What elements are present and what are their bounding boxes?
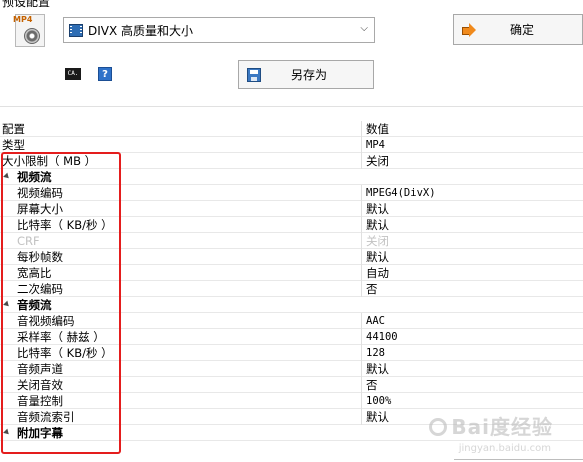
- grid-header-value: 数值: [366, 122, 389, 136]
- grid-group-row[interactable]: 视频流: [0, 169, 583, 185]
- grid-row[interactable]: 屏幕大小 默认: [0, 201, 583, 217]
- watermark-text: Bai度经验: [451, 415, 553, 439]
- grid-row-value[interactable]: 默认: [366, 409, 389, 425]
- grid-row[interactable]: 采样率（ 赫兹 ） 44100: [0, 329, 583, 345]
- grid-row-value[interactable]: 自动: [366, 265, 389, 281]
- expand-triangle-icon[interactable]: [3, 428, 11, 437]
- grid-row[interactable]: 视频编码 MPEG4(DivX): [0, 185, 583, 201]
- expand-triangle-icon[interactable]: [3, 172, 11, 181]
- grid-row-value[interactable]: 默认: [366, 249, 389, 265]
- watermark-subtext: jingyan.baidu.com: [458, 443, 551, 454]
- grid-row[interactable]: 比特率（ KB/秒 ） 默认: [0, 217, 583, 233]
- grid-header-name: 配置: [2, 122, 25, 136]
- grid-row[interactable]: 关闭音效 否: [0, 377, 583, 393]
- grid-row-value[interactable]: 100%: [366, 393, 391, 409]
- watermark: Bai度经验: [429, 411, 553, 440]
- save-disk-icon: [247, 67, 261, 82]
- grid-row-name: 比特率（ KB/秒 ）: [17, 218, 113, 232]
- grid-row[interactable]: 音频声道 默认: [0, 361, 583, 377]
- grid-row-value[interactable]: 默认: [366, 217, 389, 233]
- bottom-edge-line: [454, 459, 583, 460]
- help-icon[interactable]: ?: [98, 67, 112, 81]
- grid-row-name: 屏幕大小: [17, 202, 63, 216]
- expand-triangle-icon[interactable]: [3, 300, 11, 309]
- grid-row[interactable]: 音量控制 100%: [0, 393, 583, 409]
- grid-row-value[interactable]: 128: [366, 345, 385, 361]
- grid-group-label: 视频流: [17, 170, 52, 184]
- grid-row-value[interactable]: 否: [366, 377, 378, 393]
- grid-row[interactable]: 比特率（ KB/秒 ） 128: [0, 345, 583, 361]
- grid-row-value[interactable]: AAC: [366, 313, 385, 329]
- grid-row[interactable]: 宽高比 自动: [0, 265, 583, 281]
- grid-group-label: 音频流: [17, 298, 52, 312]
- grid-row-value[interactable]: MP4: [366, 137, 385, 153]
- grid-row-value[interactable]: 关闭: [366, 153, 389, 169]
- ok-button-label: 确定: [509, 23, 534, 37]
- command-line-icon[interactable]: CA.: [65, 68, 81, 80]
- chevron-down-icon[interactable]: ⌵: [360, 23, 368, 34]
- arrow-right-icon: [462, 22, 476, 37]
- grid-row-name: 类型: [2, 138, 25, 152]
- grid-row-name: 音频声道: [17, 362, 63, 376]
- grid-row-name: CRF: [17, 234, 40, 248]
- grid-row-name: 每秒帧数: [17, 250, 63, 264]
- grid-header-row: 配置 数值: [0, 121, 583, 137]
- grid-row-value[interactable]: 关闭: [366, 233, 389, 249]
- grid-row[interactable]: 大小限制（ MB ） 关闭: [0, 153, 583, 169]
- paw-icon: [429, 418, 448, 436]
- preset-select[interactable]: DIVX 高质量和大小 ⌵: [63, 17, 375, 43]
- grid-row-name: 宽高比: [17, 266, 52, 280]
- grid-row[interactable]: 二次编码 否: [0, 281, 583, 297]
- grid-row-name: 大小限制（ MB ）: [2, 154, 97, 168]
- grid-row-value[interactable]: 默认: [366, 201, 389, 217]
- grid-row-name: 二次编码: [17, 282, 63, 296]
- grid-row-name: 关闭音效: [17, 378, 63, 392]
- grid-group-row[interactable]: 音频流: [0, 297, 583, 313]
- grid-row-value[interactable]: 44100: [366, 329, 398, 345]
- grid-row-name: 音频流索引: [17, 410, 75, 424]
- grid-row[interactable]: 音视频编码 AAC: [0, 313, 583, 329]
- preset-label: 预设配置: [2, 0, 51, 9]
- grid-row[interactable]: CRF 关闭: [0, 233, 583, 249]
- grid-row-value[interactable]: 默认: [366, 361, 389, 377]
- save-as-button[interactable]: 另存为: [238, 60, 374, 89]
- grid-row-name: 比特率（ KB/秒 ）: [17, 346, 113, 360]
- mp4-file-icon: MP4: [13, 14, 47, 48]
- file-type-tag: MP4: [13, 15, 33, 24]
- grid-group-label: 附加字幕: [17, 426, 63, 440]
- grid-row-name: 采样率（ 赫兹 ）: [17, 330, 105, 344]
- grid-row-name: 音量控制: [17, 394, 63, 408]
- grid-row[interactable]: 每秒帧数 默认: [0, 249, 583, 265]
- save-as-button-label: 另存为: [290, 68, 327, 82]
- film-icon: [69, 23, 83, 37]
- ok-button[interactable]: 确定: [453, 14, 583, 45]
- grid-row-value[interactable]: MPEG4(DivX): [366, 185, 436, 201]
- preset-select-value: DIVX 高质量和大小: [88, 23, 194, 38]
- property-grid: 配置 数值 类型 MP4 大小限制（ MB ）关闭 视频流 视频编码 MPEG4(DivX…: [0, 121, 583, 441]
- grid-row-name: 视频编码: [17, 186, 63, 200]
- grid-row-value[interactable]: 否: [366, 281, 378, 297]
- header-divider: [0, 106, 583, 107]
- grid-row[interactable]: 类型 MP4: [0, 137, 583, 153]
- grid-row-name: 音视频编码: [17, 314, 75, 328]
